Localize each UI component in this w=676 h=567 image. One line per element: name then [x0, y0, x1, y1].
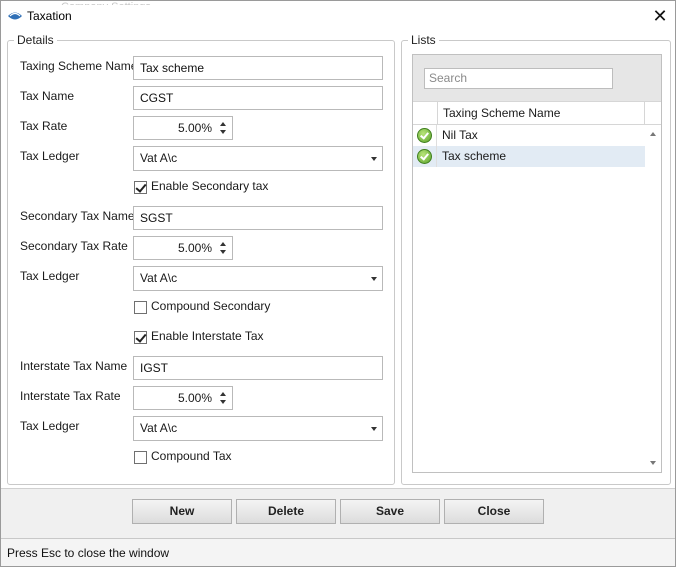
chevron-down-icon — [371, 277, 377, 281]
interstate-tax-name-label: Interstate Tax Name — [20, 359, 128, 373]
button-bar: New Delete Save Close — [1, 488, 675, 538]
tax-ledger-value: Vat A\c — [140, 151, 178, 165]
interstate-tax-rate-value: 5.00% — [177, 391, 212, 405]
interstate-ledger-value: Vat A\c — [140, 421, 178, 435]
interstate-ledger-select[interactable]: Vat A\c — [133, 416, 383, 441]
grid-header: Taxing Scheme Name — [413, 101, 661, 125]
list-item-selected[interactable]: Tax scheme — [413, 146, 645, 167]
secondary-tax-name-input[interactable]: SGST — [133, 206, 383, 230]
list-item-label: Tax scheme — [442, 149, 507, 163]
compound-tax-checkbox[interactable] — [134, 451, 147, 464]
status-text: Press Esc to close the window — [7, 546, 170, 560]
chevron-down-icon — [371, 157, 377, 161]
secondary-tax-rate-label: Secondary Tax Rate — [20, 239, 128, 253]
vertical-scrollbar[interactable] — [645, 125, 661, 472]
interstate-ledger-label: Tax Ledger — [20, 419, 80, 433]
scheme-list-panel: Search Taxing Scheme Name Nil Tax Tax sc… — [412, 54, 662, 473]
interstate-tax-name-input[interactable]: IGST — [133, 356, 383, 380]
delete-button[interactable]: Delete — [236, 499, 336, 524]
tax-name-input[interactable]: CGST — [133, 86, 383, 110]
lists-legend: Lists — [411, 33, 436, 47]
secondary-ledger-label: Tax Ledger — [20, 269, 80, 283]
enable-interstate-checkbox[interactable] — [134, 331, 147, 344]
enable-secondary-checkbox[interactable] — [134, 181, 147, 194]
stepper-arrows-icon[interactable] — [219, 119, 229, 137]
scroll-down-icon[interactable] — [650, 461, 656, 465]
enable-interstate-label: Enable Interstate Tax — [151, 329, 264, 343]
compound-secondary-label: Compound Secondary — [151, 299, 271, 313]
enable-secondary-label: Enable Secondary tax — [151, 179, 269, 193]
ok-check-icon — [417, 149, 432, 164]
interstate-tax-rate-stepper[interactable]: 5.00% — [133, 386, 233, 410]
background-window-title: Company Settings — [61, 1, 621, 5]
secondary-ledger-value: Vat A\c — [140, 271, 178, 285]
secondary-tax-name-label: Secondary Tax Name — [20, 209, 135, 223]
secondary-tax-rate-stepper[interactable]: 5.00% — [133, 236, 233, 260]
chevron-down-icon — [371, 427, 377, 431]
list-item-label: Nil Tax — [442, 128, 478, 142]
details-legend: Details — [17, 33, 54, 47]
app-eye-icon — [8, 12, 22, 20]
new-button[interactable]: New — [132, 499, 232, 524]
scroll-up-icon[interactable] — [650, 132, 656, 136]
close-button[interactable]: Close — [444, 499, 544, 524]
tax-rate-stepper[interactable]: 5.00% — [133, 116, 233, 140]
stepper-arrows-icon[interactable] — [219, 389, 229, 407]
tax-name-label: Tax Name — [20, 89, 75, 103]
tax-rate-label: Tax Rate — [20, 119, 68, 133]
list-item[interactable]: Nil Tax — [413, 125, 645, 146]
list-toolbar: Search — [413, 55, 661, 101]
close-icon[interactable]: ✕ — [649, 5, 671, 27]
save-button[interactable]: Save — [340, 499, 440, 524]
taxing-scheme-name-label: Taxing Scheme Name — [20, 59, 138, 73]
title-bar: Company Settings Taxation ✕ — [1, 1, 675, 31]
column-header-scheme-name[interactable]: Taxing Scheme Name — [437, 102, 645, 124]
tax-ledger-select[interactable]: Vat A\c — [133, 146, 383, 171]
tax-ledger-label: Tax Ledger — [20, 149, 80, 163]
taxing-scheme-name-input[interactable]: Tax scheme — [133, 56, 383, 80]
compound-secondary-checkbox[interactable] — [134, 301, 147, 314]
interstate-tax-rate-label: Interstate Tax Rate — [20, 389, 121, 403]
compound-tax-label: Compound Tax — [151, 449, 232, 463]
ok-check-icon — [417, 128, 432, 143]
taxation-window: Company Settings Taxation ✕ Details Taxi… — [0, 0, 676, 567]
stepper-arrows-icon[interactable] — [219, 239, 229, 257]
tax-rate-value: 5.00% — [177, 121, 212, 135]
secondary-ledger-select[interactable]: Vat A\c — [133, 266, 383, 291]
status-bar: Press Esc to close the window — [1, 538, 675, 566]
secondary-tax-rate-value: 5.00% — [177, 241, 212, 255]
window-title: Taxation — [27, 9, 72, 23]
search-input[interactable]: Search — [424, 68, 613, 89]
